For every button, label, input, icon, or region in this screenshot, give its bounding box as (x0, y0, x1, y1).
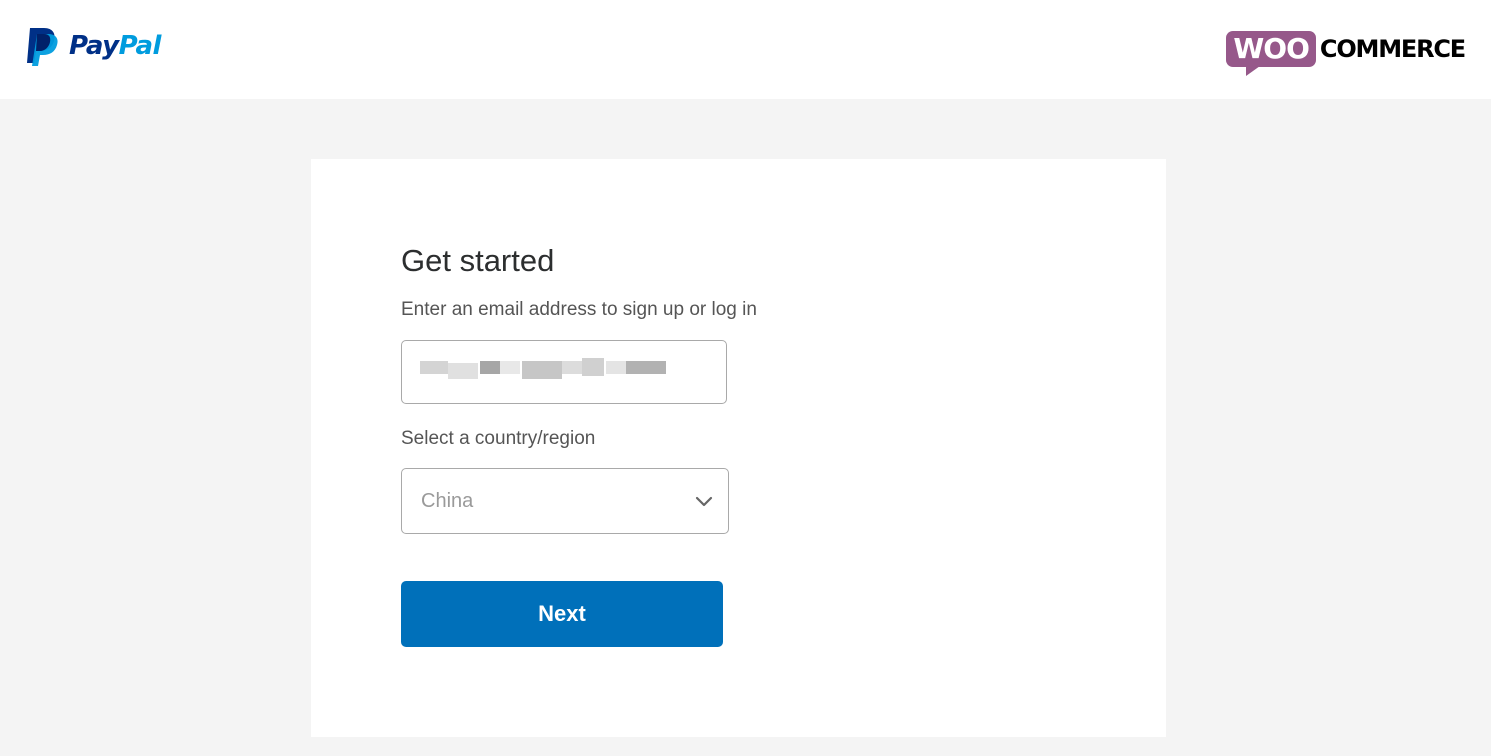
country-select-value: China (421, 490, 474, 512)
paypal-p-icon (27, 28, 58, 66)
signup-card: Get started Enter an email address to si… (311, 159, 1166, 737)
country-label: Select a country/region (401, 428, 596, 449)
woocommerce-logo: WOO COMMERCE (1226, 26, 1466, 76)
paypal-logo: PayPal (26, 26, 161, 66)
paypal-wordmark: PayPal (69, 26, 161, 66)
chevron-down-icon (695, 496, 713, 507)
next-button[interactable]: Next (401, 581, 723, 647)
header: PayPal WOO COMMERCE (0, 0, 1491, 99)
page-title: Get started (401, 243, 555, 278)
paypal-wordmark-pay: Pay (69, 31, 119, 61)
email-input[interactable] (401, 340, 727, 404)
email-label: Enter an email address to sign up or log… (401, 299, 757, 320)
paypal-wordmark-pal: Pal (118, 31, 162, 61)
country-select[interactable]: China (401, 468, 729, 534)
commerce-wordmark: COMMERCE (1319, 35, 1466, 63)
woo-badge: WOO (1226, 31, 1316, 76)
